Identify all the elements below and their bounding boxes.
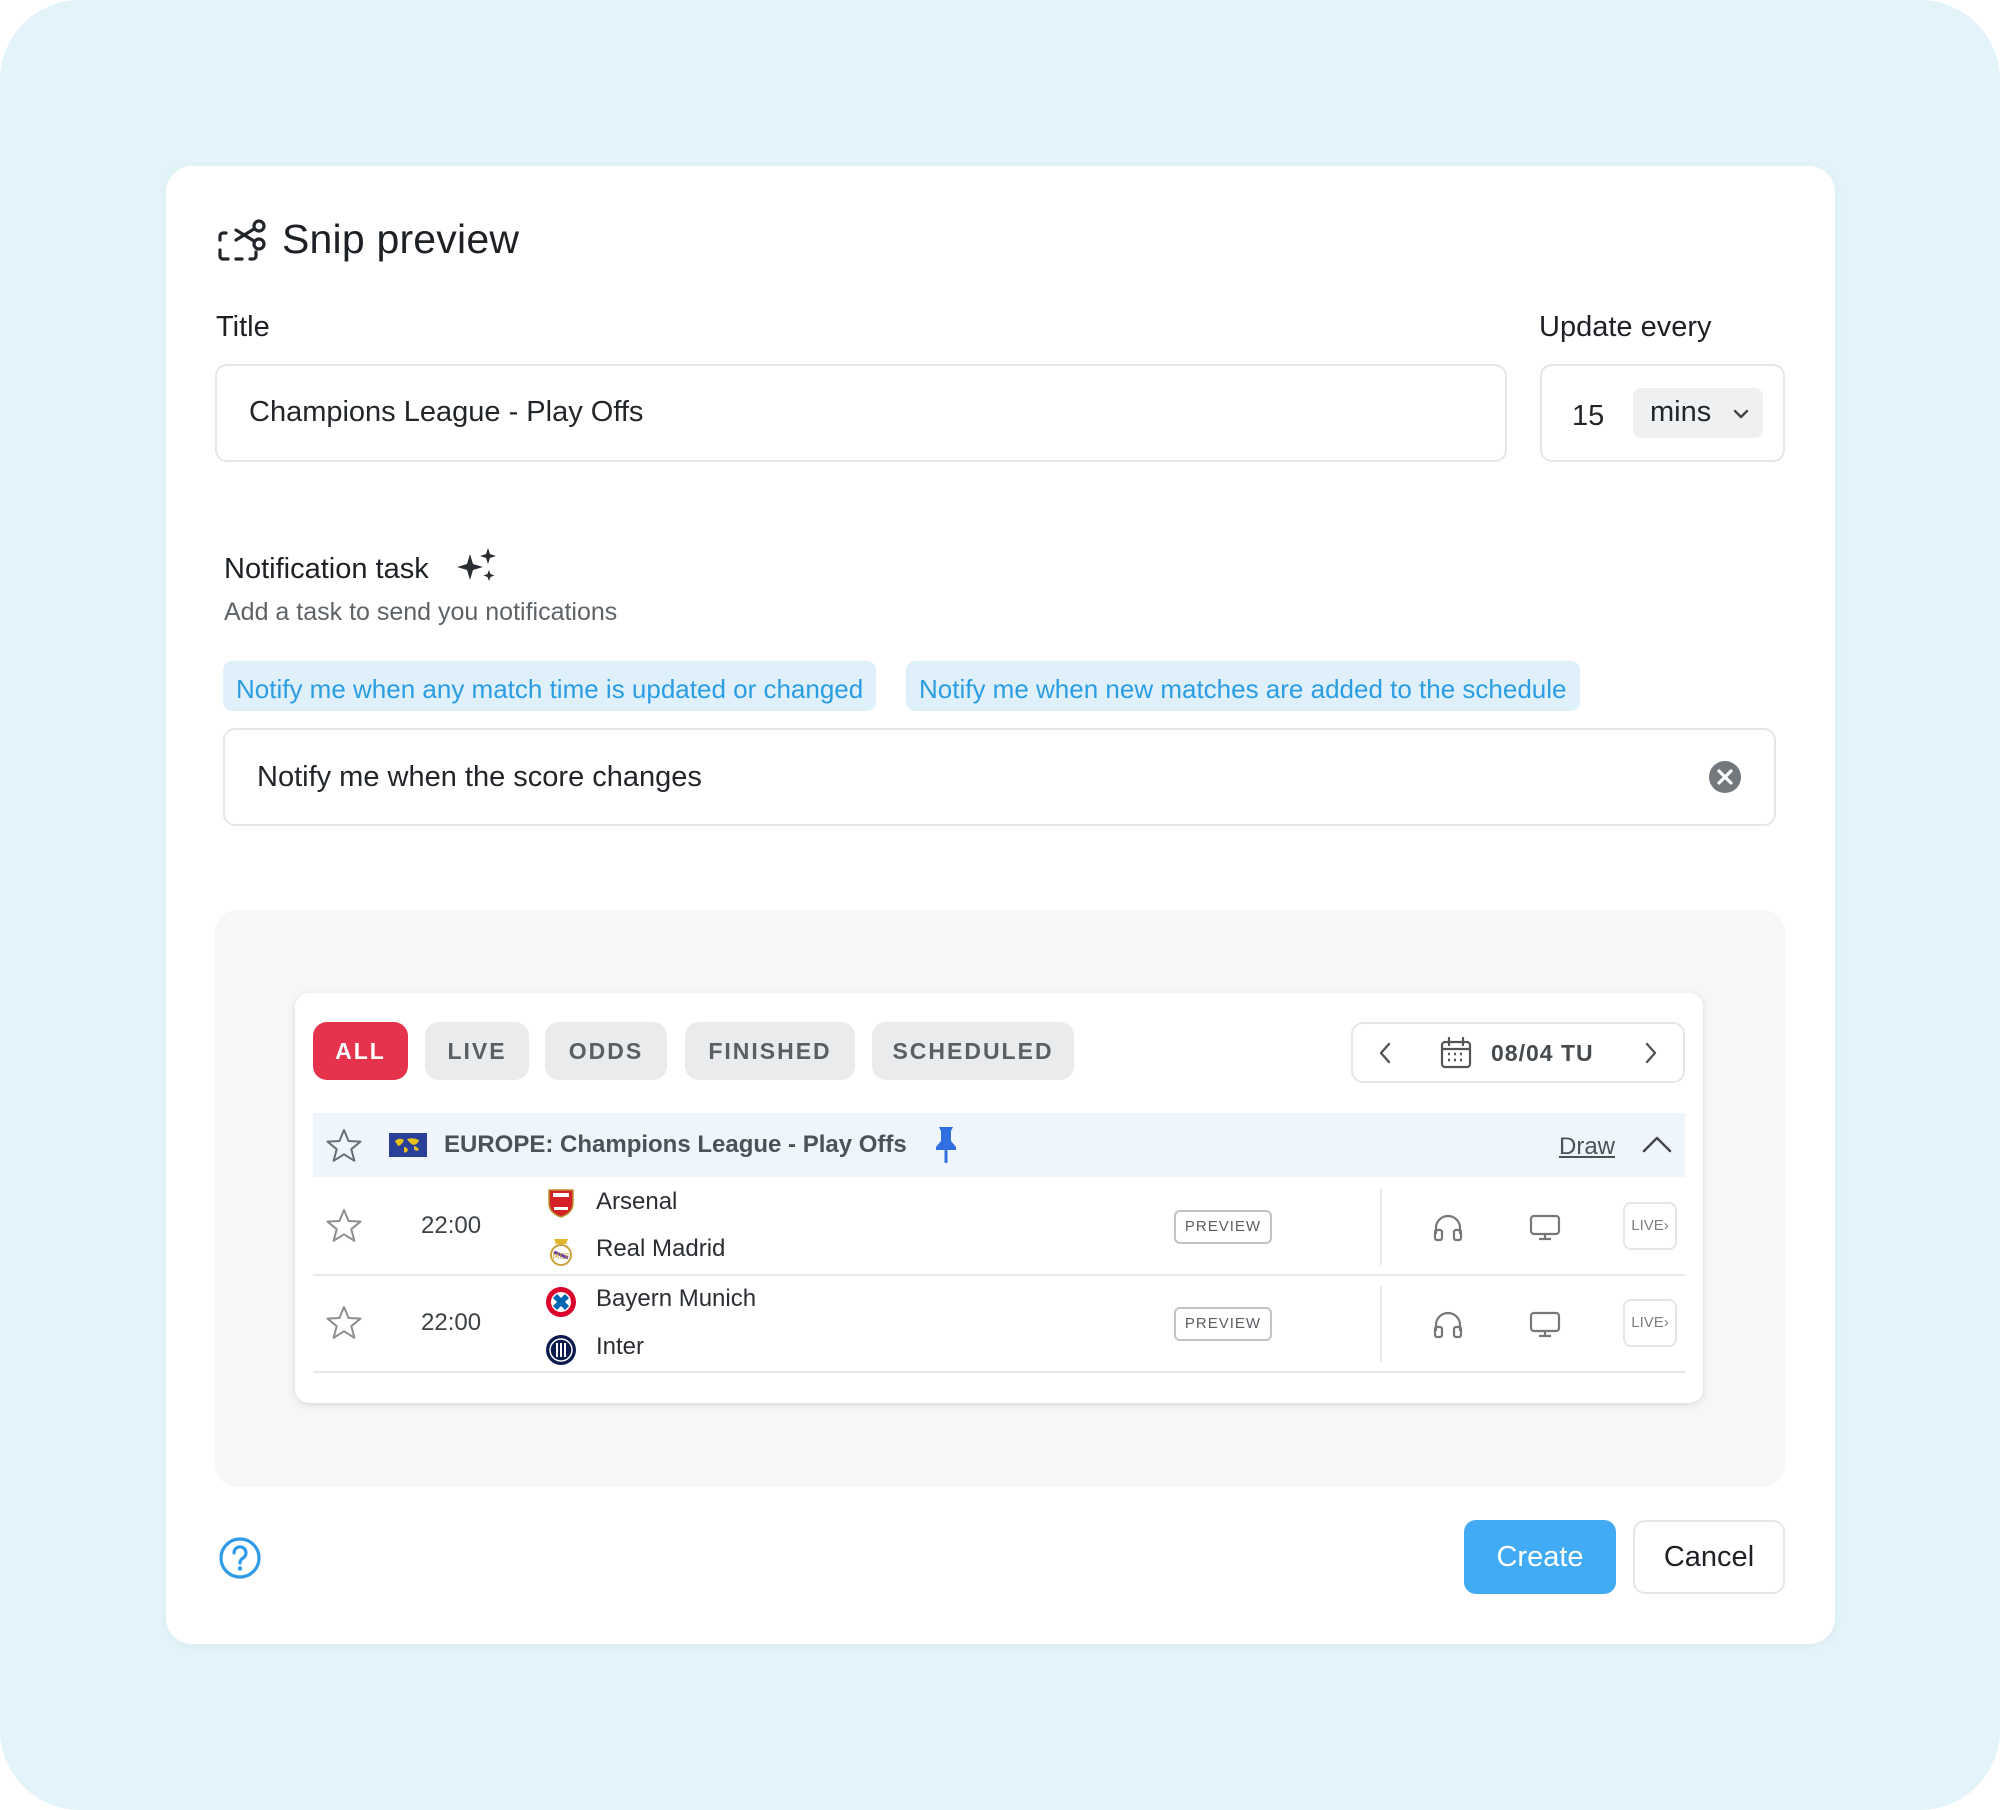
chevron-left-icon[interactable]	[1375, 1041, 1395, 1065]
match-time: 22:00	[421, 1212, 482, 1239]
pin-icon[interactable]	[933, 1125, 959, 1165]
match-row[interactable]: 22:00 Arsenal MCF Real Madrid PREVIEW LI…	[313, 1179, 1685, 1276]
live-label: LIVE	[1631, 1217, 1664, 1234]
help-icon[interactable]	[218, 1536, 262, 1580]
update-interval-field[interactable]: 15 mins	[1540, 364, 1785, 462]
dialog-title: Snip preview	[282, 216, 520, 262]
chevron-up-icon[interactable]	[1641, 1133, 1673, 1155]
tab-finished[interactable]: FINISHED	[685, 1022, 855, 1080]
row-divider	[1380, 1189, 1382, 1265]
home-team-name[interactable]: Arsenal	[596, 1188, 677, 1216]
live-label: LIVE	[1631, 1314, 1664, 1331]
scores-widget: ALL LIVE ODDS FINISHED SCHEDULED 08/04 T…	[295, 993, 1703, 1403]
match-row[interactable]: 22:00 Bayern Munich Inter PREVIEW LIVE›	[313, 1276, 1685, 1373]
row-divider	[1380, 1286, 1382, 1362]
clear-icon[interactable]	[1708, 760, 1742, 794]
league-header: EUROPE: Champions League - Play Offs Dra…	[313, 1113, 1685, 1177]
preview-badge[interactable]: PREVIEW	[1174, 1210, 1272, 1244]
tv-icon[interactable]	[1528, 1309, 1562, 1339]
headphones-icon[interactable]	[1432, 1309, 1464, 1339]
live-button[interactable]: LIVE›	[1623, 1202, 1677, 1250]
suggestion-chip-time-change[interactable]: Notify me when any match time is updated…	[223, 661, 877, 711]
update-unit-value: mins	[1650, 396, 1712, 428]
calendar-icon[interactable]	[1439, 1036, 1473, 1070]
league-name[interactable]: EUROPE: Champions League - Play Offs	[444, 1131, 907, 1159]
update-every-label: Update every	[1539, 311, 1712, 343]
live-button[interactable]: LIVE›	[1623, 1299, 1677, 1347]
chevron-right-icon[interactable]	[1641, 1041, 1661, 1065]
cancel-button[interactable]: Cancel	[1633, 1520, 1785, 1594]
arsenal-crest-icon	[548, 1189, 574, 1218]
sparkle-icon	[457, 548, 496, 581]
match-time: 22:00	[421, 1309, 482, 1336]
star-icon[interactable]	[325, 1207, 363, 1245]
suggestion-chip-new-matches[interactable]: Notify me when new matches are added to …	[906, 661, 1580, 711]
svg-text:MCF: MCF	[552, 1252, 569, 1261]
tv-icon[interactable]	[1528, 1212, 1562, 1242]
date-navigator: 08/04 TU	[1351, 1022, 1685, 1083]
real-madrid-crest-icon: MCF	[550, 1239, 572, 1266]
tab-odds[interactable]: ODDS	[545, 1022, 667, 1080]
create-button[interactable]: Create	[1464, 1520, 1616, 1594]
star-icon[interactable]	[325, 1304, 363, 1342]
notification-task-subtitle: Add a task to send you notifications	[224, 598, 618, 626]
home-team-name[interactable]: Bayern Munich	[596, 1285, 756, 1313]
tab-all[interactable]: ALL	[313, 1022, 408, 1080]
title-input[interactable]: Champions League - Play Offs	[215, 364, 1507, 462]
update-interval-value[interactable]: 15	[1572, 400, 1604, 433]
draw-link[interactable]: Draw	[1559, 1133, 1615, 1161]
bayern-munich-crest-icon	[546, 1287, 576, 1317]
tab-live[interactable]: LIVE	[425, 1022, 529, 1080]
notification-task-value: Notify me when the score changes	[257, 761, 702, 793]
inter-crest-icon	[546, 1335, 576, 1365]
snip-scissors-icon	[218, 219, 266, 261]
title-input-value: Champions League - Play Offs	[249, 396, 644, 428]
world-flag-icon	[389, 1133, 427, 1157]
chevron-down-icon	[1733, 409, 1749, 419]
current-date: 08/04 TU	[1491, 1040, 1594, 1066]
preview-badge[interactable]: PREVIEW	[1174, 1307, 1272, 1341]
snip-preview-area: ALL LIVE ODDS FINISHED SCHEDULED 08/04 T…	[215, 910, 1785, 1487]
notification-task-title: Notification task	[224, 553, 429, 585]
away-team-name[interactable]: Inter	[596, 1333, 644, 1361]
update-unit-select[interactable]: mins	[1633, 388, 1763, 438]
headphones-icon[interactable]	[1432, 1212, 1464, 1242]
star-icon[interactable]	[325, 1127, 363, 1165]
snip-preview-dialog: Snip preview Title Update every Champion…	[166, 166, 1835, 1644]
tab-scheduled[interactable]: SCHEDULED	[872, 1022, 1074, 1080]
notification-task-input[interactable]: Notify me when the score changes	[223, 728, 1776, 826]
title-label: Title	[216, 311, 270, 343]
away-team-name[interactable]: Real Madrid	[596, 1235, 725, 1263]
